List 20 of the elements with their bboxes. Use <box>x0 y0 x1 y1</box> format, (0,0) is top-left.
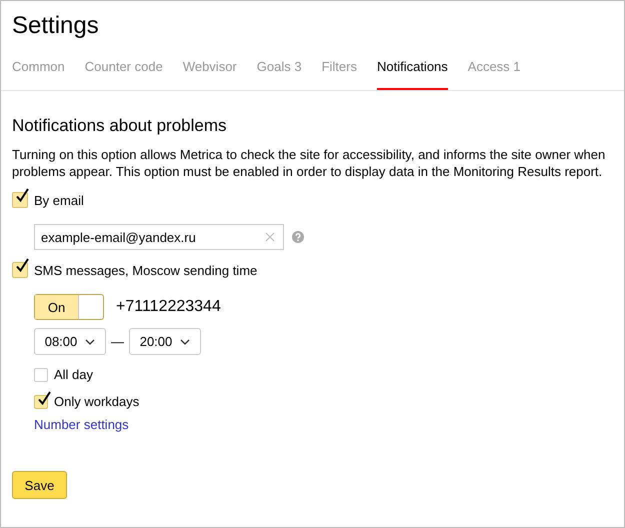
toggle-switch[interactable]: On <box>34 294 104 320</box>
time-select[interactable]: 20:00 <box>129 328 201 355</box>
time-select[interactable]: 08:00 <box>34 328 106 355</box>
number-settings-link[interactable]: Number settings <box>34 417 129 432</box>
checkbox[interactable] <box>34 368 48 382</box>
chevron-down-icon <box>180 338 190 344</box>
tab[interactable]: Notifications <box>376 55 448 90</box>
chevron-down-icon <box>85 338 96 344</box>
save-button[interactable]: Save <box>12 471 67 499</box>
checkbox-label: All day <box>54 367 94 382</box>
checkbox-label: By email <box>34 192 84 208</box>
range-separator: — <box>111 334 124 349</box>
checkbox-label: SMS messages, Moscow sending time <box>34 262 258 278</box>
section-heading: Notifications about problems <box>12 116 228 136</box>
page-title: Settings <box>11 11 100 41</box>
checkbox[interactable] <box>34 394 48 408</box>
checkbox-label: Only workdays <box>54 394 140 409</box>
email-field[interactable]: example-email@yandex.ru <box>34 224 284 250</box>
section-description: Turning on this option allows Metrica to check the site for accessibility, and informs the site owner when problems appear. This option must be enabled in order to display data in the Monitoring Results report. <box>12 146 606 180</box>
phone-number: +71112223344 <box>116 298 221 316</box>
